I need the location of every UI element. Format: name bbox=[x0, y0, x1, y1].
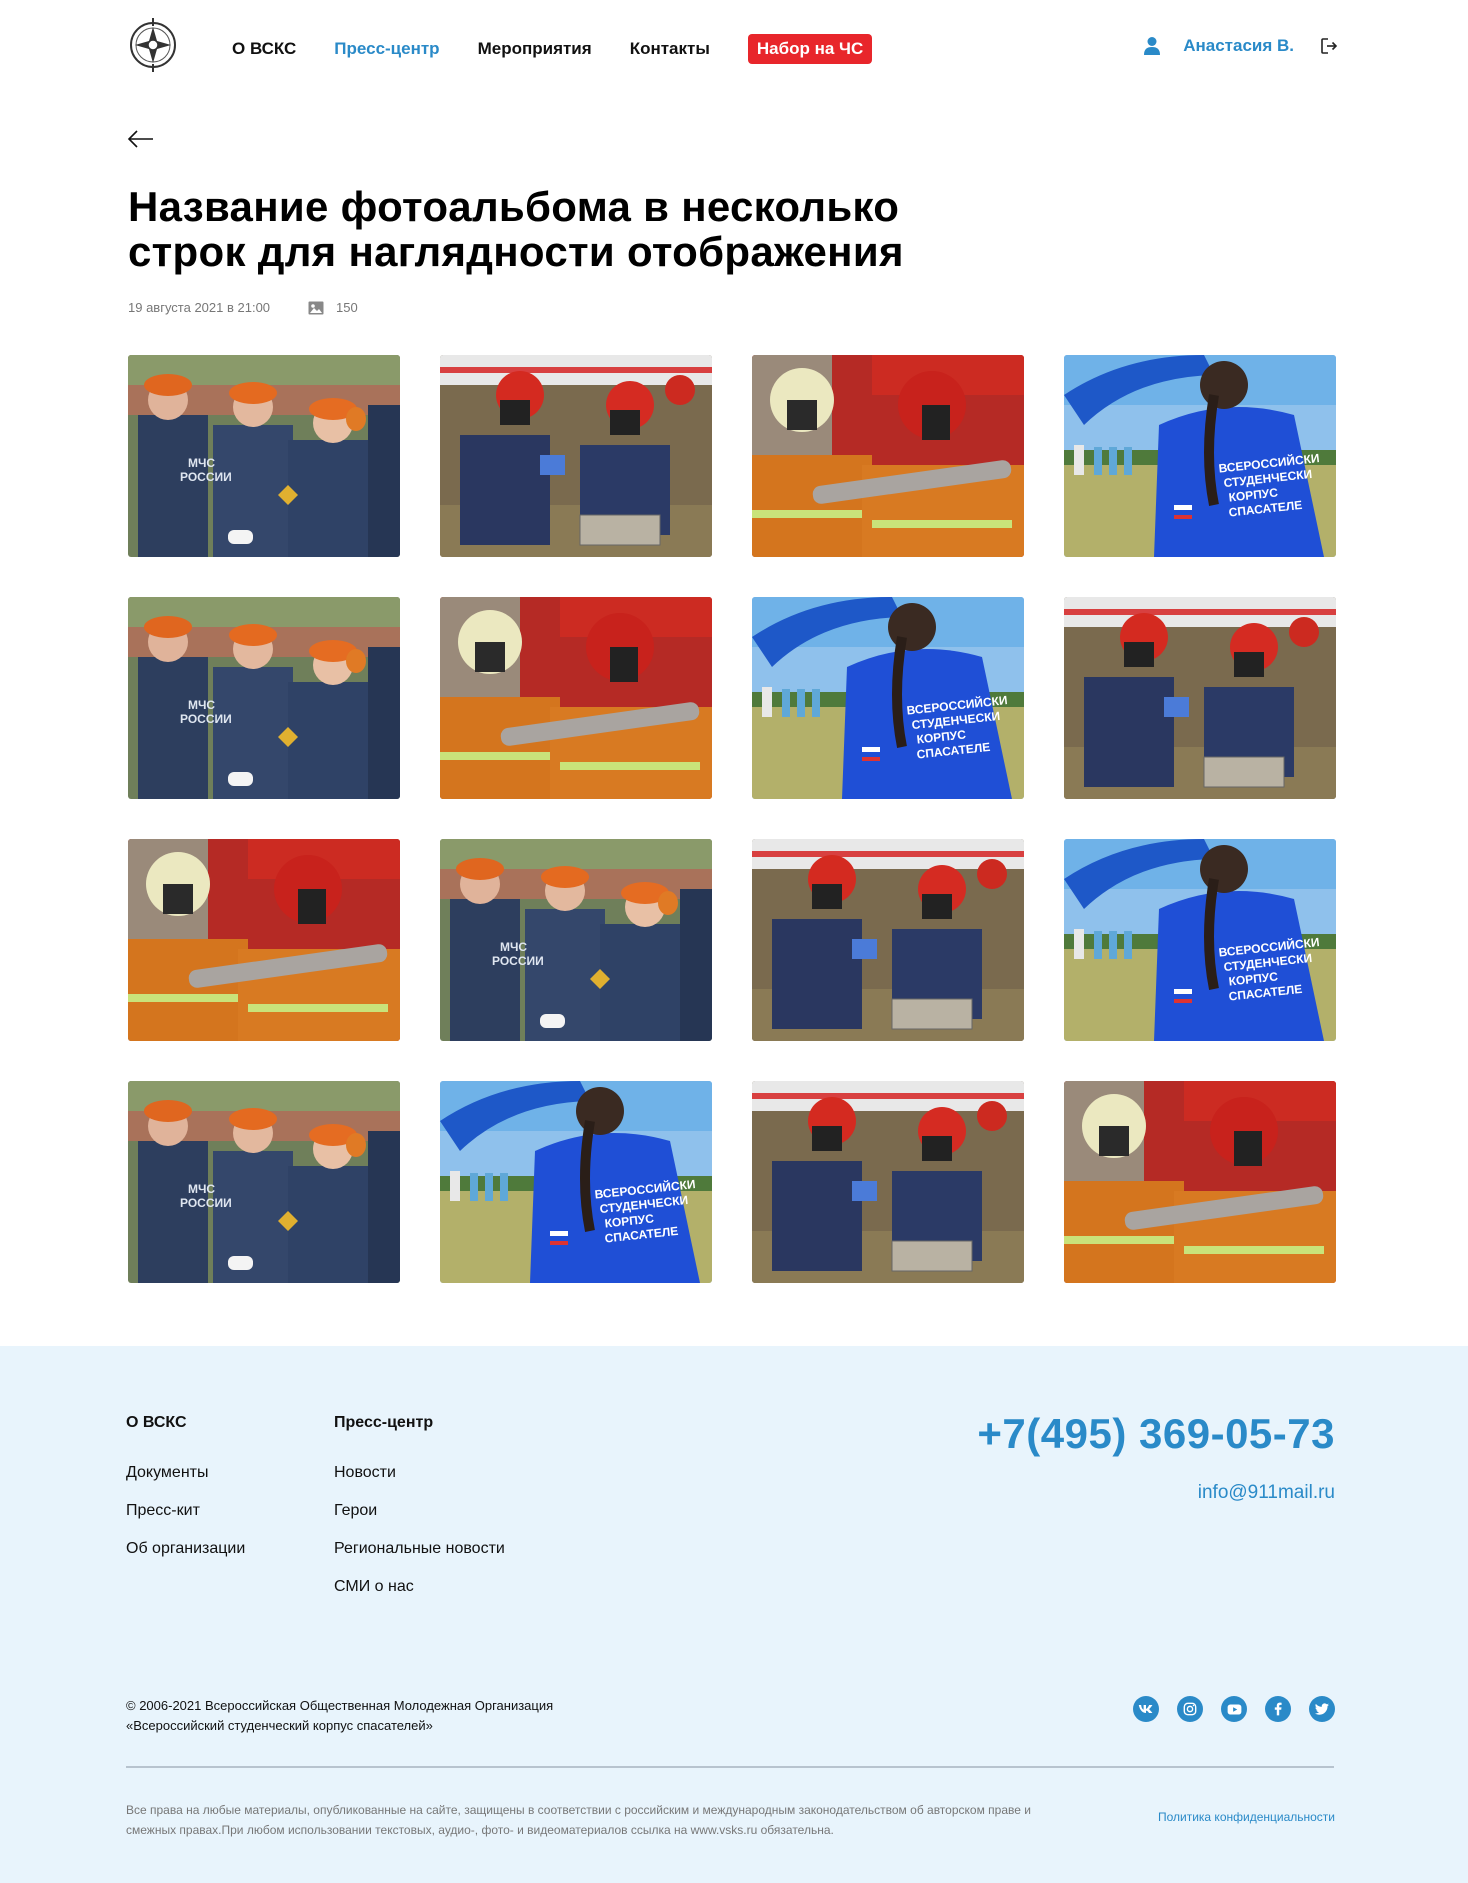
footer-link-organization[interactable]: Об организации bbox=[126, 1540, 245, 1558]
gallery-photo[interactable]: ВСЕРОССИЙСКИ СТУДЕНЧЕСКИ КОРПУС СПАСАТЕЛ… bbox=[440, 1081, 712, 1283]
photo-count-icon bbox=[308, 301, 324, 314]
back-arrow-icon[interactable] bbox=[127, 128, 155, 150]
nav-item-recruitment[interactable]: Набор на ЧС bbox=[747, 34, 873, 64]
footer-link-media[interactable]: СМИ о нас bbox=[334, 1578, 505, 1596]
gallery-photo[interactable]: ВСЕРОССИЙСКИ СТУДЕНЧЕСКИ КОРПУС СПАСАТЕЛ… bbox=[1064, 355, 1336, 557]
svg-text:РОССИИ: РОССИИ bbox=[180, 712, 232, 726]
svg-text:МЧС: МЧС bbox=[188, 698, 215, 712]
footer-heading-about[interactable]: О ВСКС bbox=[126, 1414, 245, 1432]
user-icon[interactable] bbox=[1143, 36, 1161, 56]
svg-text:РОССИИ: РОССИИ bbox=[180, 470, 232, 484]
copyright-line2: «Всероссийский студенческий корпус спаса… bbox=[126, 1718, 433, 1733]
footer-link-news[interactable]: Новости bbox=[334, 1464, 505, 1482]
gallery-photo[interactable] bbox=[440, 355, 712, 557]
user-panel: Анастасия В. bbox=[1143, 36, 1338, 56]
social-links bbox=[1115, 1696, 1335, 1722]
gallery-photo[interactable]: МЧС РОССИИ bbox=[128, 597, 400, 799]
vk-icon[interactable] bbox=[1133, 1696, 1159, 1722]
gallery-photo[interactable] bbox=[752, 355, 1024, 557]
copyright-line1: © 2006-2021 Всероссийская Общественная М… bbox=[126, 1698, 554, 1713]
album-date: 19 августа 2021 в 21:00 bbox=[128, 300, 271, 315]
page-title: Название фотоальбома в несколько строк д… bbox=[128, 184, 1028, 274]
main-nav: О ВСКС Пресс-центр Мероприятия Контакты … bbox=[232, 34, 873, 64]
footer-link-heroes[interactable]: Герои bbox=[334, 1502, 505, 1520]
gallery-photo[interactable]: ВСЕРОССИЙСКИ СТУДЕНЧЕСКИ КОРПУС СПАСАТЕЛ… bbox=[752, 597, 1024, 799]
gallery-photo[interactable]: МЧС РОССИИ bbox=[440, 839, 712, 1041]
svg-text:РОССИИ: РОССИИ bbox=[492, 954, 544, 968]
user-name[interactable]: Анастасия В. bbox=[1183, 36, 1294, 56]
site-footer: О ВСКС Документы Пресс-кит Об организаци… bbox=[0, 1346, 1468, 1883]
site-header: О ВСКС Пресс-центр Мероприятия Контакты … bbox=[0, 0, 1468, 92]
nav-item-press-center[interactable]: Пресс-центр bbox=[334, 39, 439, 59]
gallery-photo[interactable] bbox=[752, 1081, 1024, 1283]
youtube-icon[interactable] bbox=[1221, 1696, 1247, 1722]
svg-text:МЧС: МЧС bbox=[500, 940, 527, 954]
album-meta: 19 августа 2021 в 21:00 150 bbox=[128, 300, 358, 315]
logout-icon[interactable] bbox=[1320, 37, 1338, 55]
facebook-icon[interactable] bbox=[1265, 1696, 1291, 1722]
gallery-photo[interactable] bbox=[752, 839, 1024, 1041]
logo-icon[interactable] bbox=[128, 14, 178, 76]
footer-phone[interactable]: +7(495) 369-05-73 bbox=[977, 1410, 1335, 1458]
footer-col-about: О ВСКС Документы Пресс-кит Об организаци… bbox=[126, 1414, 245, 1578]
footer-divider bbox=[126, 1766, 1334, 1768]
legal-notice: Все права на любые материалы, опубликова… bbox=[126, 1800, 1056, 1840]
footer-link-regional-news[interactable]: Региональные новости bbox=[334, 1540, 505, 1558]
page-title-line2: строк для наглядности отображения bbox=[128, 228, 904, 275]
legal-line1: Все права на любые материалы, опубликова… bbox=[126, 1803, 1031, 1817]
footer-col-press: Пресс-центр Новости Герои Региональные н… bbox=[334, 1414, 505, 1616]
nav-item-about[interactable]: О ВСКС bbox=[232, 39, 296, 59]
photo-count: 150 bbox=[336, 300, 358, 315]
nav-item-contacts[interactable]: Контакты bbox=[630, 39, 710, 59]
footer-link-press-kit[interactable]: Пресс-кит bbox=[126, 1502, 245, 1520]
gallery-photo[interactable] bbox=[128, 839, 400, 1041]
nav-item-events[interactable]: Мероприятия bbox=[478, 39, 592, 59]
gallery-photo[interactable]: ВСЕРОССИЙСКИ СТУДЕНЧЕСКИ КОРПУС СПАСАТЕЛ… bbox=[1064, 839, 1336, 1041]
footer-link-documents[interactable]: Документы bbox=[126, 1464, 245, 1482]
footer-email[interactable]: info@911mail.ru bbox=[1198, 1482, 1335, 1504]
footer-copyright: © 2006-2021 Всероссийская Общественная М… bbox=[126, 1696, 553, 1736]
gallery-photo[interactable]: МЧС РОССИИ bbox=[128, 1081, 400, 1283]
legal-line2: смежных правах.При любом использовании т… bbox=[126, 1823, 834, 1837]
svg-text:МЧС: МЧС bbox=[188, 456, 215, 470]
privacy-policy-link[interactable]: Политика конфиденциальности bbox=[1158, 1810, 1335, 1824]
page-title-line1: Название фотоальбома в несколько bbox=[128, 183, 900, 230]
svg-text:МЧС: МЧС bbox=[188, 1182, 215, 1196]
svg-text:РОССИИ: РОССИИ bbox=[180, 1196, 232, 1210]
photo-gallery: МЧС РОССИИ ВСЕРОССИЙСКИ СТУДЕНЧЕСКИ КОРП… bbox=[128, 355, 1336, 1283]
gallery-photo[interactable] bbox=[440, 597, 712, 799]
instagram-icon[interactable] bbox=[1177, 1696, 1203, 1722]
gallery-photo[interactable] bbox=[1064, 597, 1336, 799]
gallery-photo[interactable] bbox=[1064, 1081, 1336, 1283]
footer-heading-press[interactable]: Пресс-центр bbox=[334, 1414, 505, 1432]
twitter-icon[interactable] bbox=[1309, 1696, 1335, 1722]
gallery-photo[interactable]: МЧС РОССИИ bbox=[128, 355, 400, 557]
